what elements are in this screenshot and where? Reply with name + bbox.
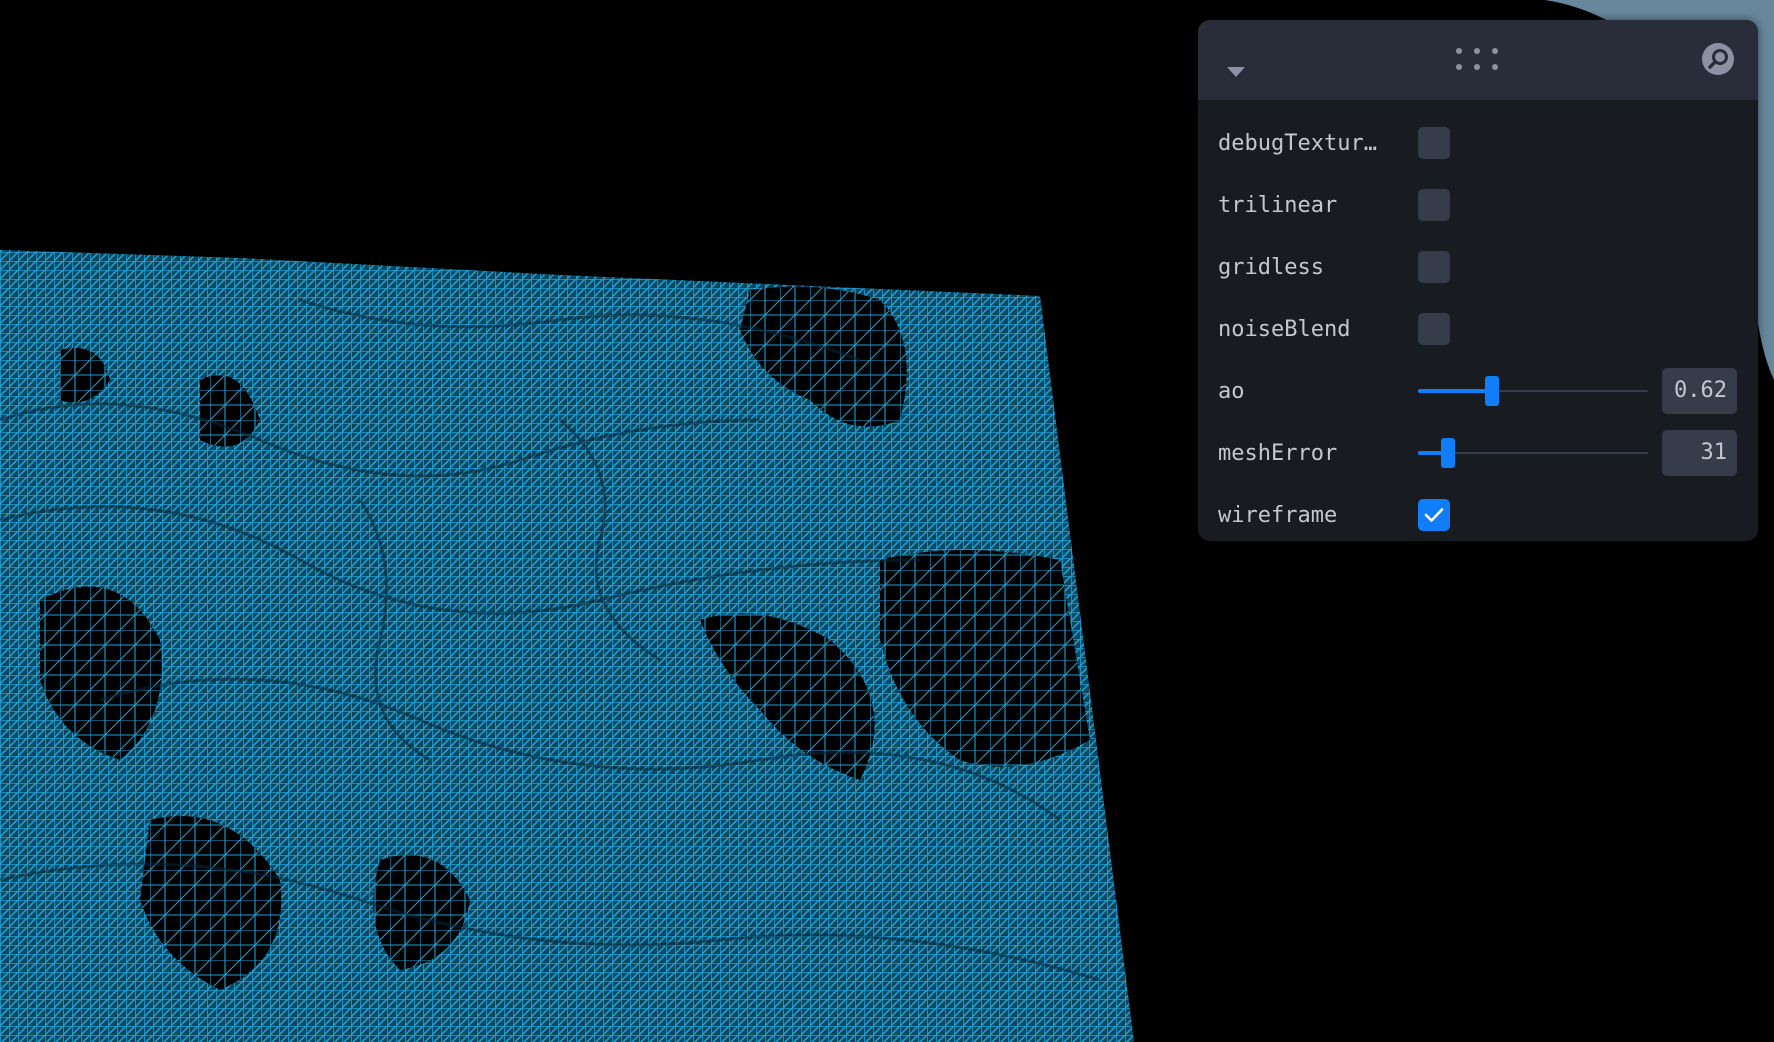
drag-handle-icon[interactable] (1452, 44, 1502, 74)
checkmark-icon (1424, 508, 1444, 522)
ao-slider[interactable] (1418, 371, 1648, 411)
chevron-down-icon[interactable] (1224, 60, 1248, 84)
slider-fill (1418, 389, 1492, 393)
panel-body: debugTextur… trilinear gridless noiseBle… (1198, 100, 1758, 541)
trilinear-checkbox[interactable] (1418, 189, 1450, 221)
control-row-gridless: gridless (1198, 236, 1758, 298)
controls-panel: debugTextur… trilinear gridless noiseBle… (1198, 20, 1758, 541)
control-row-mesherror: meshError 31 (1198, 422, 1758, 484)
panel-header (1198, 20, 1758, 100)
control-row-wireframe: wireframe (1198, 484, 1758, 541)
search-icon[interactable] (1701, 42, 1735, 76)
mesherror-value-input[interactable]: 31 (1662, 430, 1737, 476)
mesherror-slider[interactable] (1418, 433, 1648, 473)
slider-thumb[interactable] (1484, 376, 1499, 406)
control-label: trilinear (1218, 192, 1338, 218)
control-label: gridless (1218, 254, 1324, 280)
control-label: wireframe (1218, 502, 1338, 528)
control-label: meshError (1218, 440, 1338, 466)
control-row-noiseblend: noiseBlend (1198, 298, 1758, 360)
wireframe-checkbox[interactable] (1418, 499, 1450, 531)
control-label: ao (1218, 378, 1245, 404)
noiseblend-checkbox[interactable] (1418, 313, 1450, 345)
control-label: debugTextur… (1218, 130, 1377, 156)
terrain-wireframe-mesh (0, 250, 1134, 1042)
ao-value-input[interactable]: 0.62 (1662, 368, 1737, 414)
slider-thumb[interactable] (1440, 438, 1455, 468)
control-row-ao: ao 0.62 (1198, 360, 1758, 422)
control-row-trilinear: trilinear (1198, 174, 1758, 236)
control-label: noiseBlend (1218, 316, 1351, 342)
control-row-debugtexture: debugTextur… (1198, 112, 1758, 174)
gridless-checkbox[interactable] (1418, 251, 1450, 283)
debugtexture-checkbox[interactable] (1418, 127, 1450, 159)
